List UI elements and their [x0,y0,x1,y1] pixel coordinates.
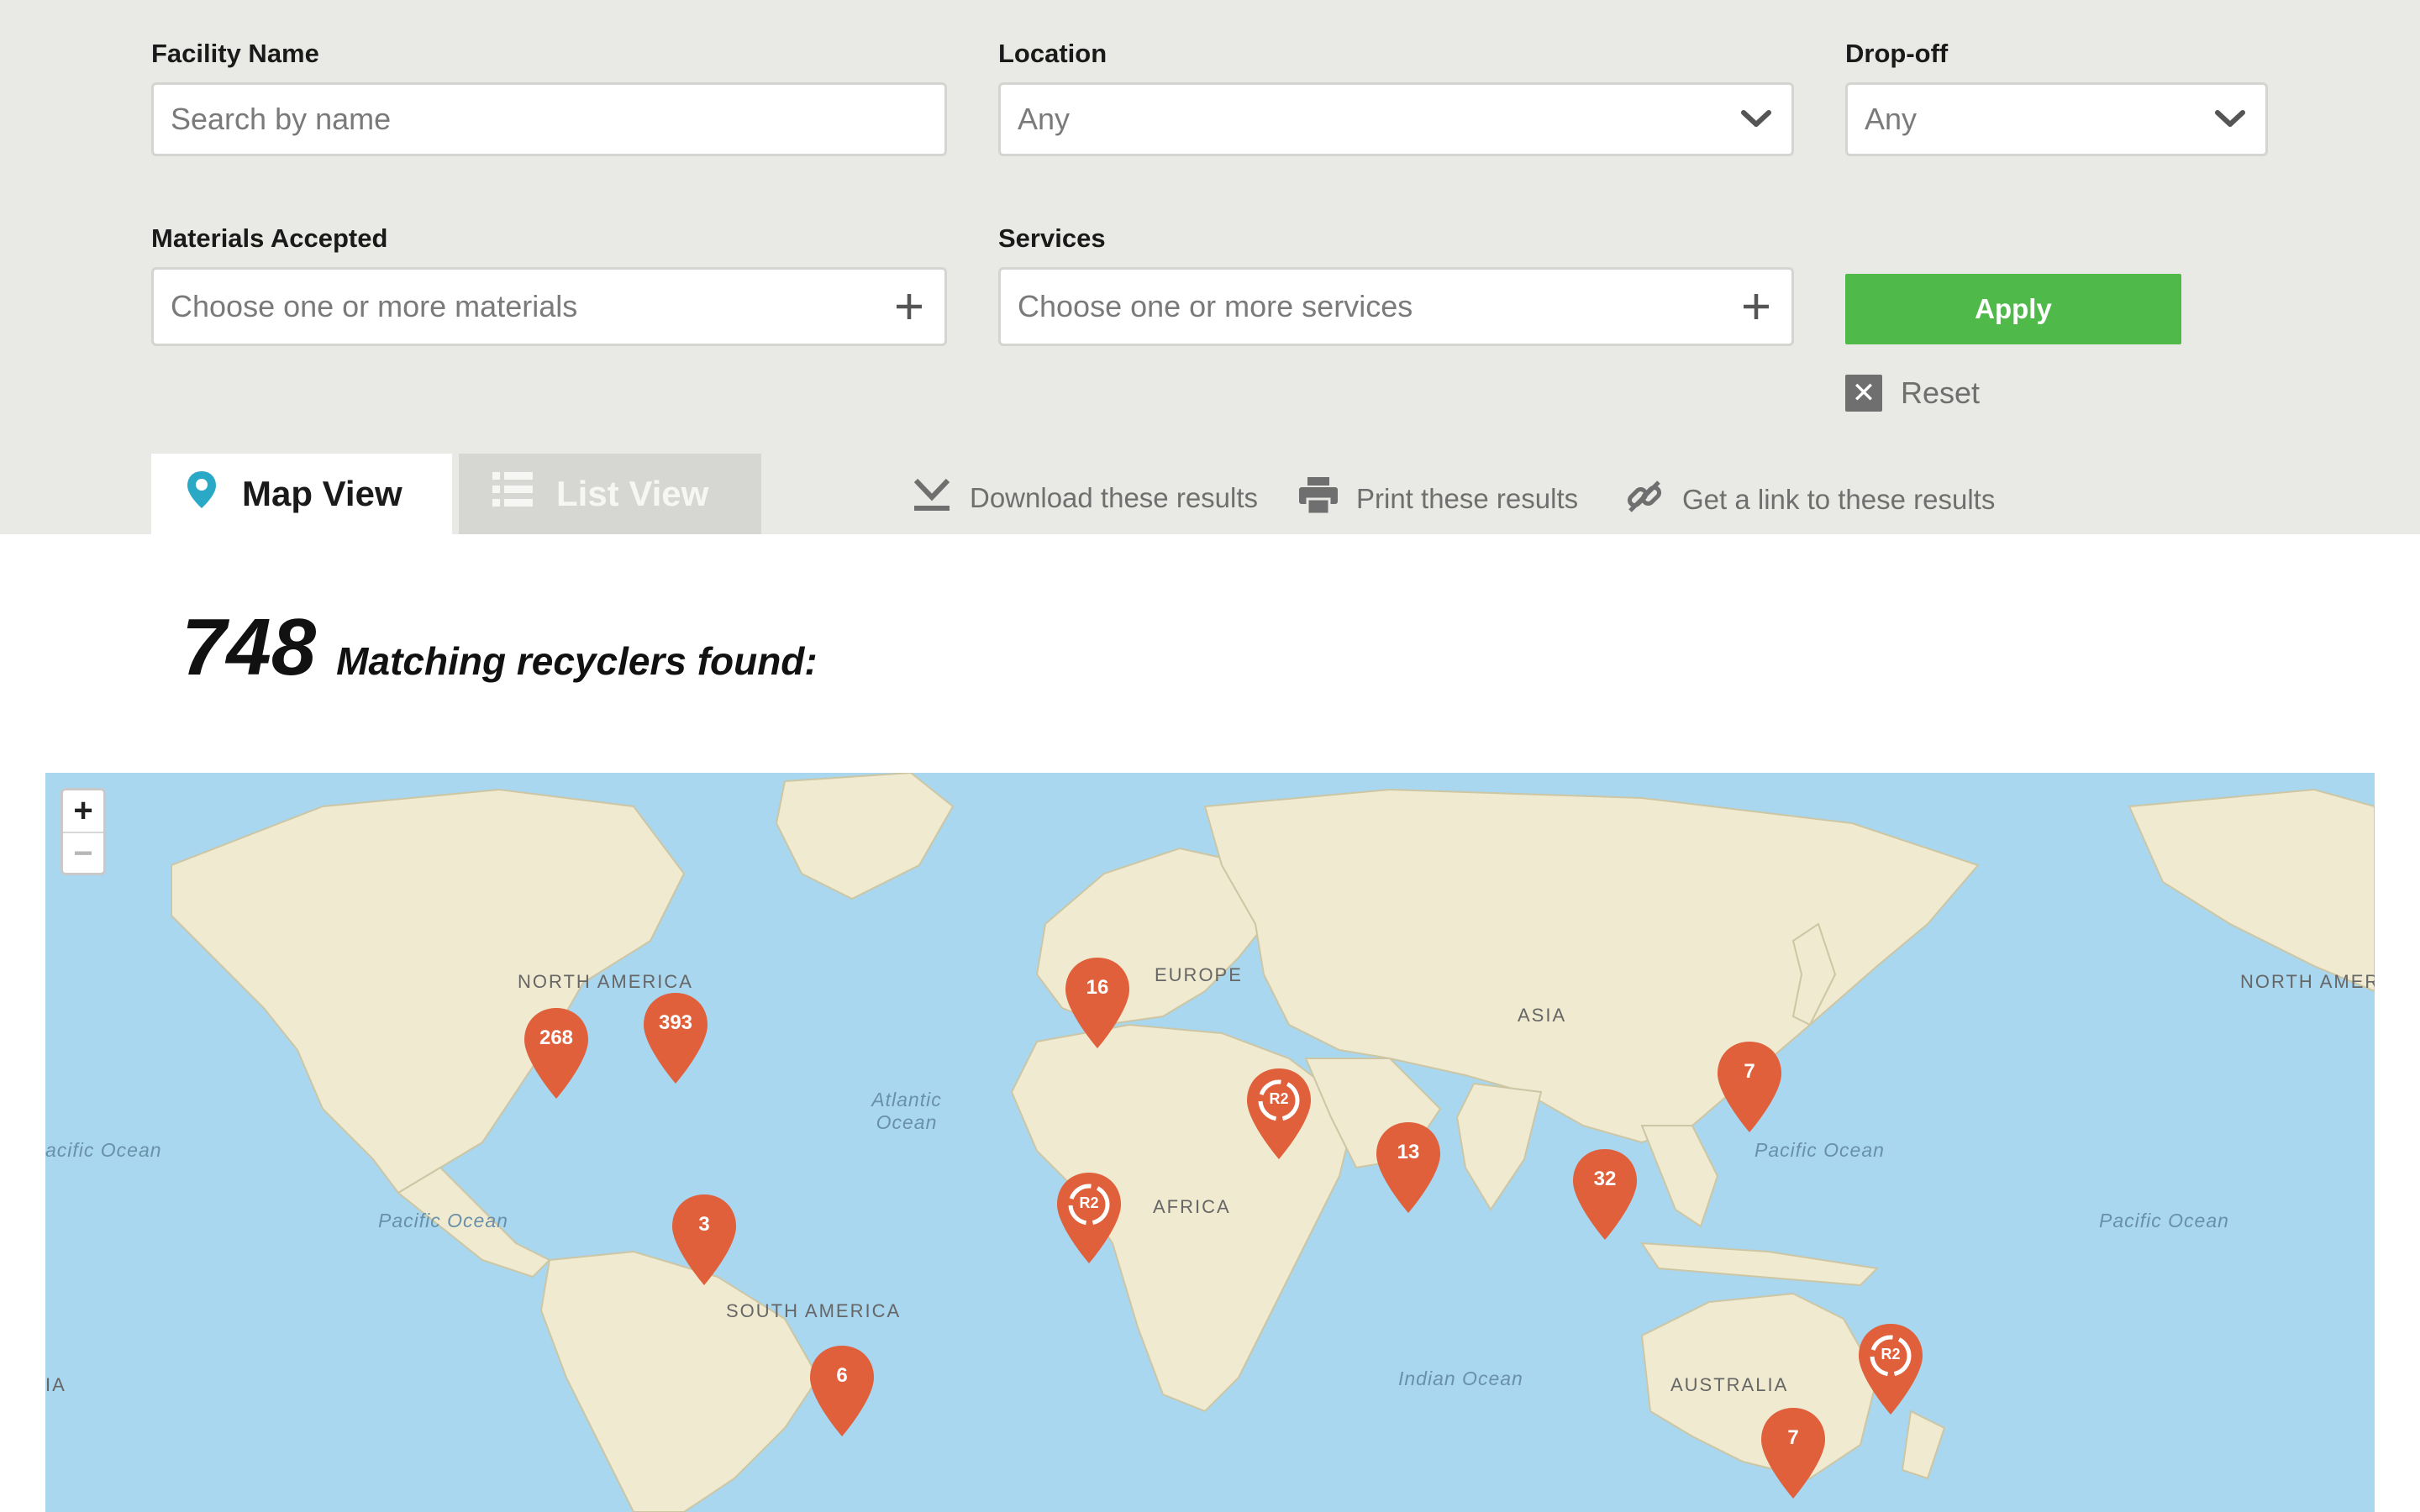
map-marker-cluster[interactable]: 7 [1714,1040,1785,1134]
marker-count: 7 [1787,1426,1799,1449]
marker-count: 3 [698,1213,710,1236]
services-select[interactable]: Choose one or more services [998,267,1794,346]
get-link-label: Get a link to these results [1682,484,1996,515]
dropoff-value: Any [1865,102,1918,136]
dropoff-label: Drop-off [1845,39,1949,68]
plus-icon [891,288,928,325]
marker-count: 32 [1593,1168,1617,1190]
label-north-america-right: NORTH AMER [2240,971,2375,992]
marker-count: 268 [539,1026,574,1049]
services-placeholder: Choose one or more services [1018,289,1413,323]
link-icon [1625,477,1664,522]
print-label: Print these results [1356,483,1579,514]
filter-panel: Facility Name Location Any Drop-off Any … [0,0,2420,534]
zoom-out-button[interactable]: − [63,833,103,873]
reset-button[interactable]: ✕ Reset [1845,375,1980,412]
chevron-down-icon [1738,101,1775,138]
location-value: Any [1018,102,1071,136]
tab-list-view[interactable]: List View [459,454,761,534]
label-australia: AUSTRALIA [1670,1374,1789,1395]
map-marker-r2[interactable]: R2 [1244,1067,1314,1161]
label-pacific-ocean: Pacific Ocean [2099,1210,2229,1231]
r2-badge: R2 [1079,1194,1099,1211]
map-marker-cluster[interactable]: 3 [669,1193,739,1287]
label-pacific-ocean: Pacific Ocean [1754,1139,1885,1161]
label-south-america: SOUTH AMERICA [726,1300,902,1321]
label-asia-left: IA [45,1374,66,1395]
materials-select[interactable]: Choose one or more materials [151,267,947,346]
zoom-controls: + − [60,788,106,875]
marker-count: 393 [658,1011,693,1034]
tab-list-label: List View [556,474,709,513]
results-label: Matching recyclers found: [336,639,818,683]
results-number: 748 [182,602,317,692]
download-results-link[interactable]: Download these results [913,477,1258,519]
print-results-link[interactable]: Print these results [1299,477,1578,521]
map-basemap [45,773,2375,1512]
chevron-down-icon [2212,101,2249,138]
map-marker-cluster[interactable]: 393 [640,991,711,1085]
materials-label: Materials Accepted [151,223,388,253]
location-select[interactable]: Any [998,82,1794,156]
map-marker-cluster[interactable]: 16 [1062,956,1133,1050]
label-north-america: NORTH AMERICA [518,971,693,992]
world-map[interactable]: + − NORTH AMERICA EUROPE ASIA AFRICA SOU… [45,773,2375,1512]
materials-placeholder: Choose one or more materials [171,289,578,323]
label-europe: EUROPE [1155,964,1243,985]
facility-name-label: Facility Name [151,39,319,68]
map-marker-cluster[interactable]: 32 [1570,1147,1640,1242]
marker-count: 13 [1397,1141,1420,1163]
marker-count: 7 [1744,1060,1755,1083]
label-atlantic-ocean: Atlantic Ocean [871,1089,942,1133]
map-pin-icon [185,470,218,518]
results-count: 748 Matching recyclers found: [182,601,818,694]
close-icon: ✕ [1845,375,1882,412]
reset-label: Reset [1901,375,1981,410]
facility-name-input[interactable] [171,102,928,137]
printer-icon [1299,477,1338,521]
label-pacific-left: acific Ocean [45,1139,162,1161]
marker-count: 16 [1086,976,1109,999]
location-label: Location [998,39,1107,68]
zoom-in-button[interactable]: + [63,790,103,833]
marker-count: 6 [836,1364,848,1387]
r2-badge: R2 [1881,1346,1901,1362]
map-marker-cluster[interactable]: 7 [1758,1406,1828,1500]
plus-icon [1738,288,1775,325]
r2-badge: R2 [1269,1090,1289,1107]
services-label: Services [998,223,1106,253]
tab-map-label: Map View [242,474,402,513]
get-link-link[interactable]: Get a link to these results [1625,477,1995,522]
download-label: Download these results [970,482,1259,513]
map-marker-cluster[interactable]: 13 [1373,1121,1444,1215]
map-marker-r2[interactable]: R2 [1054,1171,1124,1265]
list-icon [492,472,533,516]
tab-map-view[interactable]: Map View [151,454,452,534]
download-icon [913,477,951,519]
label-africa: AFRICA [1153,1196,1231,1217]
apply-button[interactable]: Apply [1845,274,2181,344]
label-indian-ocean: Indian Ocean [1398,1368,1523,1389]
map-marker-cluster[interactable]: 268 [521,1006,592,1100]
dropoff-select[interactable]: Any [1845,82,2268,156]
label-pacific-ocean: Pacific Ocean [378,1210,508,1231]
map-marker-cluster[interactable]: 6 [807,1344,877,1438]
map-marker-r2[interactable]: R2 [1855,1322,1926,1416]
label-asia: ASIA [1518,1005,1567,1026]
facility-name-input-wrapper [151,82,947,156]
